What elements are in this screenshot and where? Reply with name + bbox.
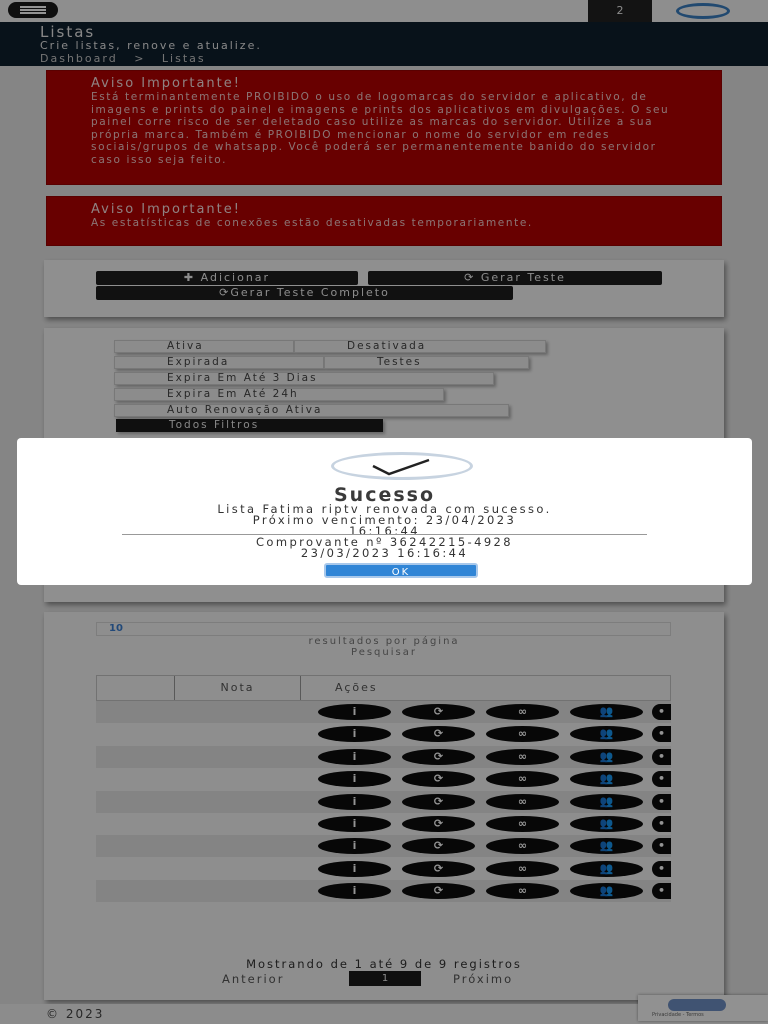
receipt-date: 23/03/2023 16:16:44 [300, 546, 469, 560]
check-icon [331, 452, 473, 480]
receipt: Comprovante nº 36242215-4928 23/03/2023 … [77, 536, 692, 560]
success-dialog: Sucesso Lista Fatima riptv renovada com … [17, 438, 752, 585]
ok-button[interactable]: OK [324, 563, 478, 578]
dialog-message: Lista Fatima riptv renovada com sucesso.… [77, 503, 692, 537]
